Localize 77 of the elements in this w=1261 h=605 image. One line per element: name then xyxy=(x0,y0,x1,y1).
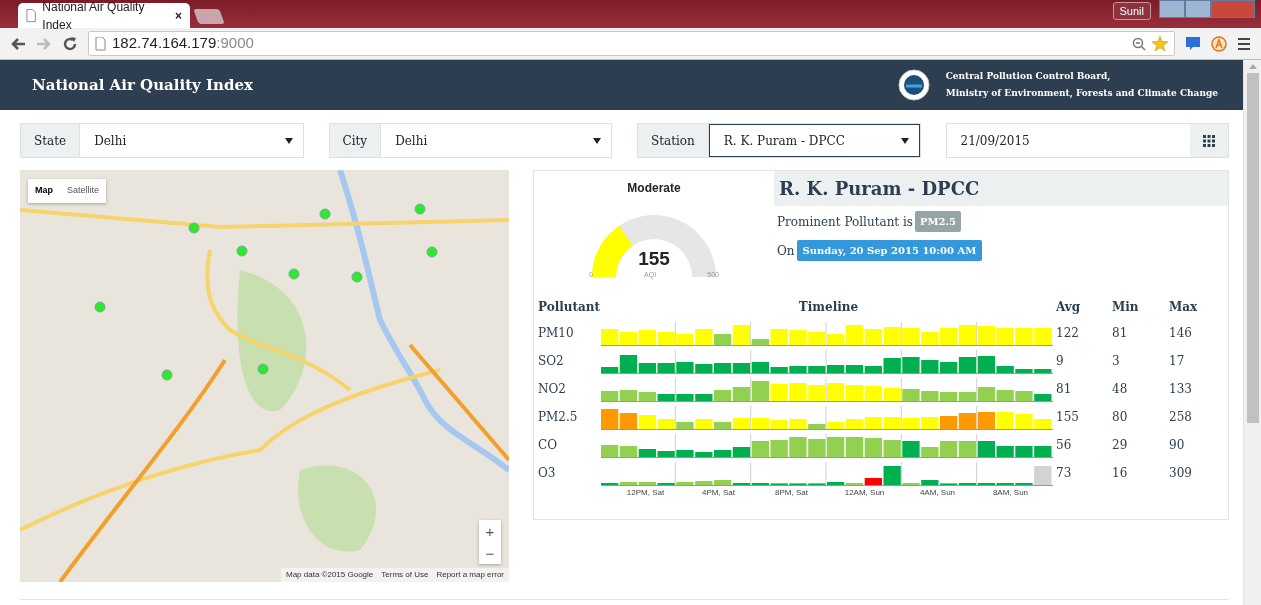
table-cell-text: 81 xyxy=(1056,380,1073,398)
aqi-value: 155 xyxy=(637,249,671,268)
menu-icon[interactable] xyxy=(1237,36,1251,51)
axis-tick-label: 8AM, Sun xyxy=(991,486,1030,499)
table-cell-text: 29 xyxy=(1112,436,1129,454)
zoom-in-button[interactable]: + xyxy=(479,520,501,542)
axis-tick-label: 12PM, Sat xyxy=(625,486,666,499)
star-icon[interactable] xyxy=(1152,35,1168,52)
scrollbar[interactable] xyxy=(1243,60,1261,605)
app-title: National Air Quality Index xyxy=(32,74,254,96)
table-cell-text: 90 xyxy=(1169,436,1186,454)
axis-tick-label: 4PM, Sat xyxy=(701,486,736,499)
column-header: Max xyxy=(1169,298,1199,316)
table-cell-text: 309 xyxy=(1169,464,1193,482)
caret-icon xyxy=(900,137,909,144)
table-cell-text: 80 xyxy=(1112,408,1129,426)
field-label: Station xyxy=(638,124,709,157)
table-cell-text: 258 xyxy=(1169,408,1193,426)
map-type-tab[interactable]: Satellite xyxy=(60,179,107,203)
address-text: 182.74.164.179:9000 xyxy=(112,33,255,54)
pollutant-name: PM10 xyxy=(538,324,575,342)
column-header: Timeline xyxy=(797,298,860,316)
back-icon[interactable] xyxy=(10,35,26,52)
page-icon xyxy=(26,8,37,23)
map-link[interactable]: Report a map error xyxy=(436,569,504,581)
page-icon xyxy=(95,36,106,51)
close-tab-button[interactable]: × xyxy=(175,6,182,25)
minimize-button[interactable] xyxy=(1159,0,1185,18)
zoom-out-button[interactable]: − xyxy=(479,542,501,564)
scroll-up-icon[interactable] xyxy=(1248,64,1257,69)
forward-icon[interactable] xyxy=(36,35,52,52)
prominent-pollutant-label: Prominent Pollutant is xyxy=(777,213,913,231)
date-label: On xyxy=(777,242,795,260)
axis-tick-label: 12AM, Sun xyxy=(843,486,886,499)
organization-text: Central Pollution Control Board, xyxy=(945,70,1112,83)
extension-icon[interactable] xyxy=(1211,35,1227,52)
date-badge: Sunday, 20 Sep 2015 10:00 AM xyxy=(796,240,983,261)
table-cell-text: 81 xyxy=(1112,324,1129,342)
table-cell-text: 56 xyxy=(1056,436,1073,454)
restore-button[interactable] xyxy=(1185,0,1211,18)
map-type-tab[interactable]: Map xyxy=(28,179,60,203)
map-link[interactable]: Terms of Use xyxy=(381,569,429,581)
table-cell-text: 122 xyxy=(1056,324,1080,342)
column-header: Min xyxy=(1112,298,1140,316)
pollutant-name: CO xyxy=(538,436,559,454)
scroll-thumb[interactable] xyxy=(1246,73,1259,423)
column-header: Avg xyxy=(1056,298,1082,316)
table-cell-text: 133 xyxy=(1169,380,1193,398)
aqi-category: Moderate xyxy=(626,180,682,197)
zoom-icon[interactable] xyxy=(1132,36,1146,51)
browser-tab[interactable]: National Air Quality Index × xyxy=(18,3,190,28)
table-cell-text: 73 xyxy=(1056,464,1073,482)
pollutant-badge: PM2.5 xyxy=(915,211,961,232)
station-name: R. K. Puram - DPCC xyxy=(774,171,1228,206)
pollutant-name: O3 xyxy=(538,464,557,482)
table-cell-text: 48 xyxy=(1112,380,1129,398)
axis-tick-label: 4AM, Sun xyxy=(918,486,957,499)
reload-icon[interactable] xyxy=(62,35,78,52)
pollutant-name: PM2.5 xyxy=(538,408,579,426)
pollutant-name: NO2 xyxy=(538,380,567,398)
organization-text: Ministry of Environment, Forests and Climate Change xyxy=(945,87,1218,100)
table-cell-text: 146 xyxy=(1169,324,1193,342)
table-cell-text: 17 xyxy=(1169,352,1186,370)
table-cell-text: 9 xyxy=(1056,352,1065,370)
attribution-text: Map data ©2015 Google xyxy=(286,569,374,581)
column-header: Pollutant xyxy=(538,298,601,316)
address-bar[interactable]: 182.74.164.179:9000 xyxy=(88,31,1175,56)
select-field[interactable]: R. K. Puram - DPCC xyxy=(708,124,920,157)
table-cell-text: 3 xyxy=(1112,352,1121,370)
chat-icon[interactable] xyxy=(1185,36,1201,51)
axis-tick-label: 8PM, Sat xyxy=(774,486,809,499)
table-cell-text: 16 xyxy=(1112,464,1129,482)
user-button[interactable]: Sunil xyxy=(1112,1,1151,20)
pollutant-name: SO2 xyxy=(538,352,565,370)
emblem-icon xyxy=(897,69,930,101)
table-cell-text: 155 xyxy=(1056,408,1080,426)
new-tab-button[interactable] xyxy=(193,9,225,24)
